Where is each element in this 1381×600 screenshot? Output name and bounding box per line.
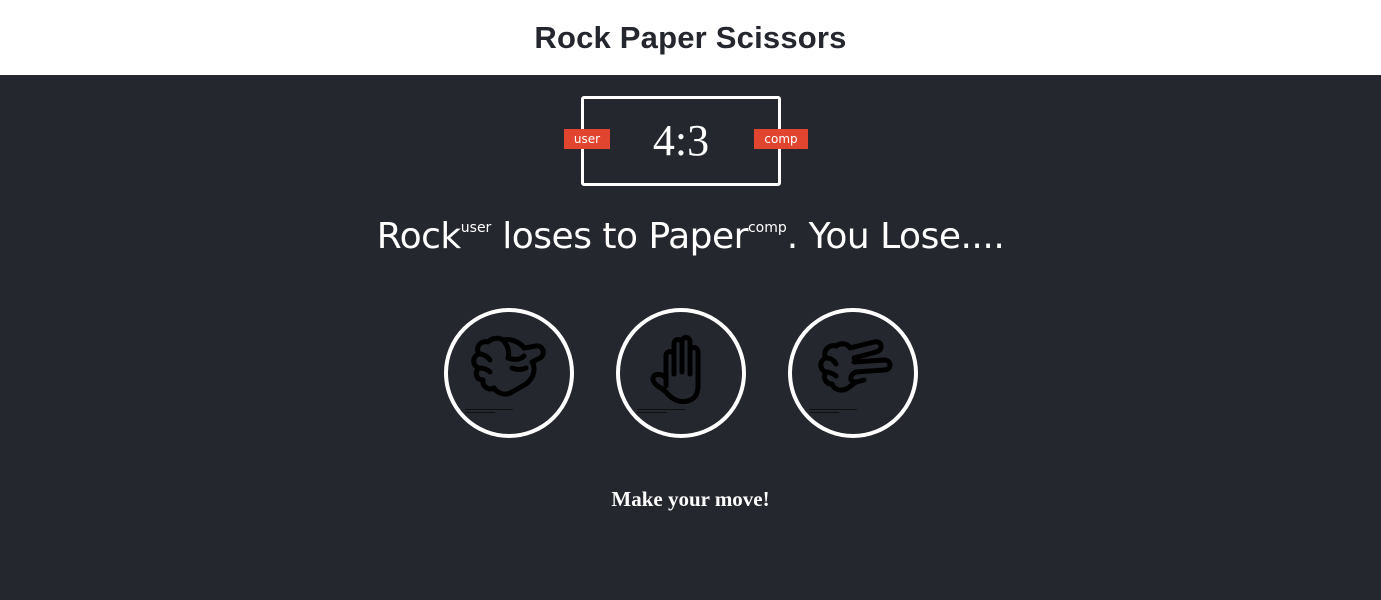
result-comp-choice: Paper — [648, 216, 749, 257]
paper-icon-credit — [637, 409, 707, 413]
score-display: 4:3 — [652, 116, 710, 165]
action-message: Make your move! — [611, 487, 770, 511]
scoreboard: user 4:3 comp — [564, 96, 808, 186]
result-verb: loses to — [491, 216, 649, 257]
result-outcome: . You Lose.... — [786, 216, 1005, 257]
scissors-hand-icon — [818, 339, 893, 393]
result-user-choice: Rock — [376, 216, 462, 257]
choice-buttons — [0, 308, 1381, 440]
scissors-icon-credit — [809, 409, 879, 413]
game-area: user 4:3 comp Rockuser loses to Papercom… — [0, 75, 1381, 600]
scissors-button[interactable] — [788, 308, 918, 438]
comp-badge: comp — [754, 129, 808, 149]
result-message: Rockuser loses to Papercomp. You Lose...… — [0, 215, 1381, 259]
result-user-tag: user — [460, 220, 492, 236]
rock-icon-credit — [465, 409, 535, 413]
rock-fist-icon — [471, 335, 546, 397]
result-comp-tag: comp — [747, 220, 787, 236]
page-title: Rock Paper Scissors — [534, 19, 847, 55]
rock-button[interactable] — [444, 308, 574, 438]
app-header: Rock Paper Scissors — [0, 0, 1381, 75]
paper-hand-icon — [650, 335, 701, 405]
paper-button[interactable] — [616, 308, 746, 438]
